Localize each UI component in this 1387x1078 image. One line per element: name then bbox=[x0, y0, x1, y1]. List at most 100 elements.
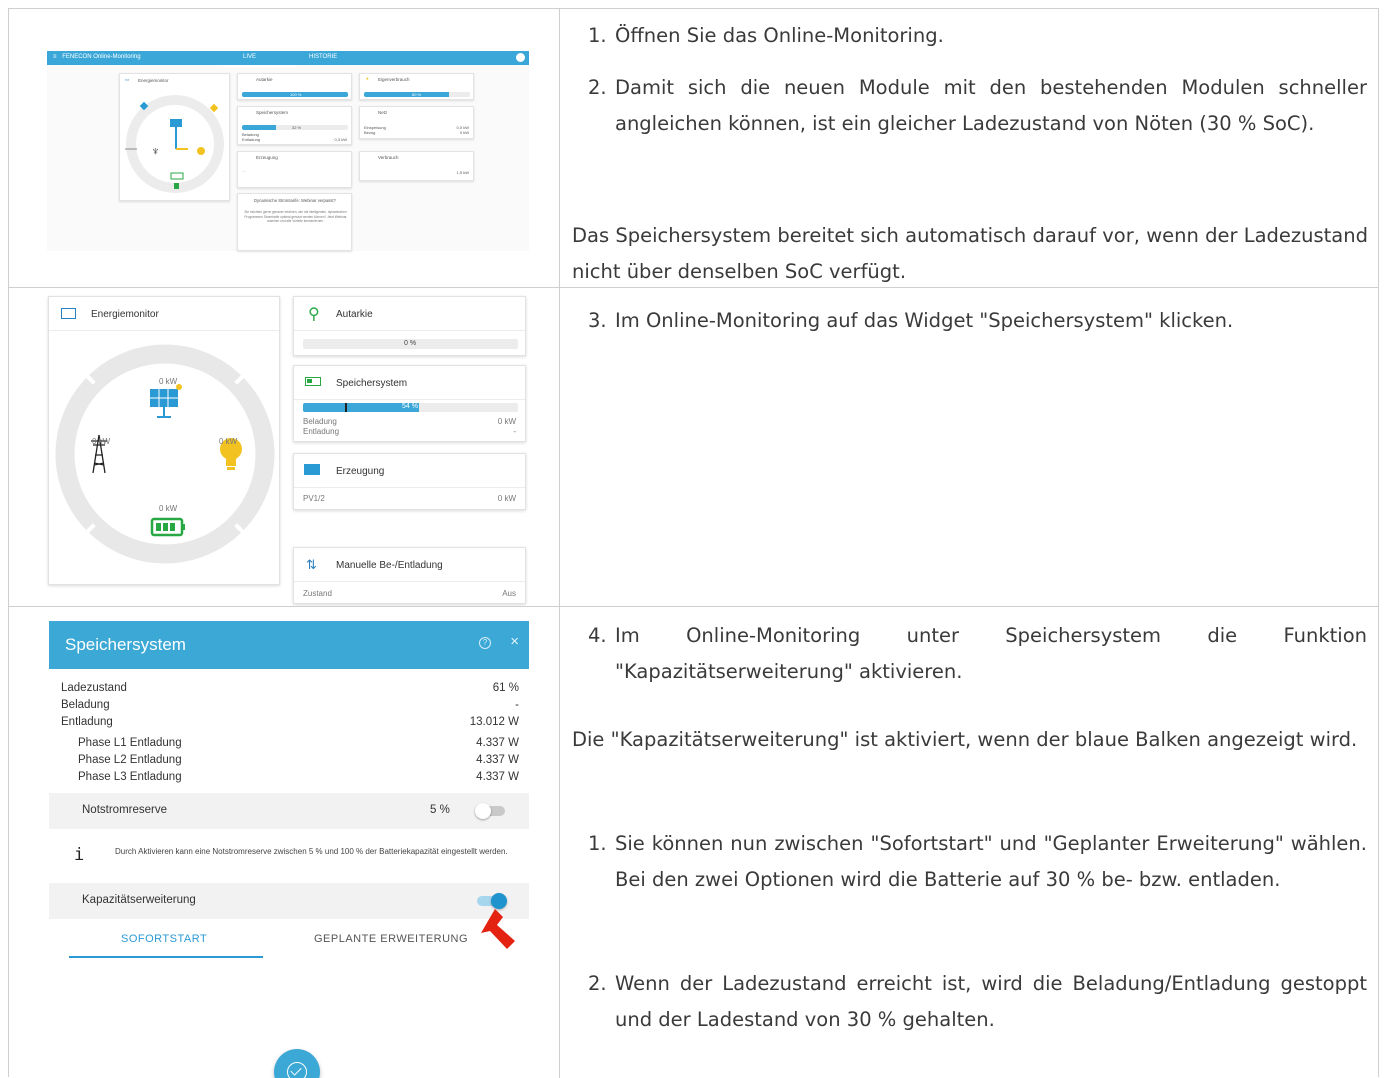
energymonitor-card[interactable]: ▭ Energiemonitor ♆ bbox=[119, 73, 230, 201]
settings-icon[interactable] bbox=[516, 53, 525, 62]
step-number: 2. bbox=[588, 76, 607, 99]
bezug-label: Bezug bbox=[364, 130, 376, 135]
bulb-icon: ● bbox=[366, 76, 369, 81]
battery-icon bbox=[150, 517, 185, 537]
check-circle-icon bbox=[287, 1062, 307, 1078]
step-text: Im Online-Monitoring unter Speichersyste… bbox=[615, 624, 1367, 683]
row2-screenshot-cell: Energiemonitor 0 kW 0 kW 0 kW 0 kW ⚲ Aut… bbox=[9, 288, 560, 606]
row-label: Phase L2 Entladung bbox=[78, 754, 182, 766]
menu-icon[interactable]: ≡ bbox=[53, 54, 57, 60]
step-text: Im Online-Monitoring auf das Widget "Spe… bbox=[615, 309, 1234, 332]
notstrom-value: 5 % bbox=[430, 804, 450, 816]
row2-text-cell: 3. Im Online-Monitoring auf das Widget "… bbox=[560, 288, 1378, 606]
up-down-arrows-icon: ⇅ bbox=[306, 557, 317, 572]
energymonitor-title: Energiemonitor bbox=[138, 78, 169, 83]
step-number: 3. bbox=[588, 309, 607, 332]
manuell-title: Manuelle Be-/Entladung bbox=[336, 560, 443, 571]
verbrauch-value: 1,5 kW bbox=[456, 170, 469, 175]
row1-text-cell: 1. Öffnen Sie das Online-Monitoring. 2. … bbox=[560, 9, 1378, 287]
card-header: ⇅ Manuelle Be-/Entladung bbox=[294, 548, 525, 582]
zustand-label: Zustand bbox=[303, 589, 332, 598]
row3-screenshot-cell: Speichersystem ? × Ladezustand 61 % Belad… bbox=[9, 607, 560, 1078]
help-icon[interactable]: ? bbox=[479, 637, 491, 649]
substep-2: 2. Wenn der Ladezustand erreicht ist, wi… bbox=[560, 966, 1367, 1038]
step-number: 1. bbox=[588, 24, 607, 47]
erzeugung-card[interactable]: Erzeugung PV1/2 0 kW bbox=[293, 453, 526, 510]
row-label: Ladezustand bbox=[61, 682, 127, 694]
row-value: 61 % bbox=[492, 682, 519, 694]
webinar-text: Sie möchten gerne genauer erfahren, wie … bbox=[244, 210, 347, 224]
erzeugung-card[interactable]: Erzeugung ··· bbox=[237, 151, 352, 188]
step-2: 2. Damit sich die neuen Module mit den b… bbox=[560, 70, 1367, 142]
autarkie-card[interactable]: Autarkie 100 % bbox=[237, 73, 352, 100]
tab-sofortstart[interactable]: SOFORTSTART bbox=[121, 933, 207, 945]
beladung-label: Beladung bbox=[303, 417, 337, 426]
notstrom-row: Notstromreserve 5 % bbox=[49, 793, 529, 829]
speichersystem-title: Speichersystem bbox=[256, 110, 289, 115]
row-value: 4.337 W bbox=[476, 754, 519, 766]
tab-indicator bbox=[223, 65, 295, 67]
info-text: Durch Aktivieren kann eine Notstromreser… bbox=[115, 847, 508, 856]
autarkie-title: Autarkie bbox=[256, 77, 273, 82]
autarkie-card[interactable]: ⚲ Autarkie 0 % bbox=[293, 296, 526, 356]
info-icon: i bbox=[74, 845, 85, 865]
entladung-value: - bbox=[513, 427, 516, 436]
tab-geplante-erweiterung[interactable]: GEPLANTE ERWEITERUNG bbox=[314, 933, 468, 945]
autarkie-value: 100 % bbox=[290, 92, 302, 97]
netz-card[interactable]: Netz Einspeisung 0,0 kW Bezug 0 kW bbox=[359, 106, 474, 139]
info-row: Entladung 13.012 W bbox=[61, 716, 519, 733]
erzeugung-title: Erzeugung bbox=[336, 466, 385, 477]
energymonitor-card[interactable]: Energiemonitor 0 kW 0 kW 0 kW 0 kW bbox=[48, 296, 280, 585]
info-row: Beladung - bbox=[61, 699, 519, 716]
confirm-button[interactable] bbox=[274, 1049, 320, 1078]
speichersystem-card[interactable]: Speichersystem 32 % Beladung Entladung 0… bbox=[237, 106, 352, 145]
kapazitaet-toggle[interactable] bbox=[477, 893, 507, 909]
modal-title: Speichersystem bbox=[65, 635, 186, 654]
kapazitaet-label: Kapazitätserweiterung bbox=[82, 894, 196, 906]
tab-live[interactable]: LIVE bbox=[243, 54, 256, 60]
manuelle-card[interactable]: ⇅ Manuelle Be-/Entladung Zustand Aus bbox=[293, 547, 526, 604]
row-value: 4.337 W bbox=[476, 771, 519, 783]
erzeugung-title: Erzeugung bbox=[256, 155, 278, 160]
autarkie-title: Autarkie bbox=[336, 309, 373, 320]
info-row: Phase L1 Entladung 4.337 W bbox=[78, 737, 519, 754]
step-text: Wenn der Ladezustand erreicht ist, wird … bbox=[615, 972, 1367, 1031]
speicher-value: 32 % bbox=[292, 125, 302, 130]
row-value: 13.012 W bbox=[469, 716, 519, 728]
webinar-title: Dynamische Stromtarife: Webinar verpasst… bbox=[254, 198, 336, 203]
speichersystem-title: Speichersystem bbox=[336, 378, 408, 389]
entladung-label: Entladung bbox=[303, 427, 340, 436]
monitoring-overview-screenshot: ≡ FENECON Online-Monitoring LIVE HISTORI… bbox=[47, 51, 529, 251]
note-text: Das Speichersystem bereitet sich automat… bbox=[572, 224, 1368, 283]
row-label: Entladung bbox=[61, 716, 113, 728]
step-text: Damit sich die neuen Module mit den best… bbox=[615, 76, 1367, 135]
step-number: 2. bbox=[588, 972, 607, 995]
row-label: Beladung bbox=[61, 699, 110, 711]
row-label: Phase L1 Entladung bbox=[78, 737, 182, 749]
autarkie-value: 0 % bbox=[404, 340, 417, 347]
svg-text:♆: ♆ bbox=[151, 144, 160, 158]
consumption-kw: 0 kW bbox=[219, 437, 238, 446]
verbrauch-card[interactable]: Verbrauch 1,5 kW bbox=[359, 151, 474, 181]
row3-text-cell: 4. Im Online-Monitoring unter Speichersy… bbox=[560, 607, 1378, 1078]
notstrom-label: Notstromreserve bbox=[82, 804, 167, 816]
webinar-card[interactable]: Dynamische Stromtarife: Webinar verpasst… bbox=[237, 193, 352, 251]
eigen-value: 80 % bbox=[412, 92, 422, 97]
zustand-value: Aus bbox=[502, 589, 516, 598]
speichersystem-modal: Speichersystem ? × Ladezustand 61 % Belad… bbox=[49, 621, 529, 1078]
close-icon[interactable]: × bbox=[510, 633, 519, 650]
row-value: 4.337 W bbox=[476, 737, 519, 749]
energy-flow-diagram bbox=[55, 344, 275, 564]
notstrom-toggle[interactable] bbox=[475, 803, 505, 819]
substep-1: 1. Sie können nun zwischen "Sofortstart"… bbox=[560, 826, 1367, 898]
step-1: 1. Öffnen Sie das Online-Monitoring. bbox=[560, 18, 1367, 54]
row-label: Phase L3 Entladung bbox=[78, 771, 182, 783]
card-header: Erzeugung bbox=[294, 454, 525, 488]
step-number: 4. bbox=[588, 624, 607, 647]
bezug-value: 0 kW bbox=[459, 130, 469, 135]
eigenverbrauch-card[interactable]: ● Eigenverbrauch 80 % bbox=[359, 73, 474, 100]
tab-history[interactable]: HISTORIE bbox=[309, 54, 337, 60]
speichersystem-card[interactable]: Speichersystem 54 % Beladung 0 kW Entlad… bbox=[293, 365, 526, 442]
row-value: - bbox=[515, 699, 519, 711]
app-header: ≡ FENECON Online-Monitoring LIVE HISTORI… bbox=[47, 51, 529, 65]
